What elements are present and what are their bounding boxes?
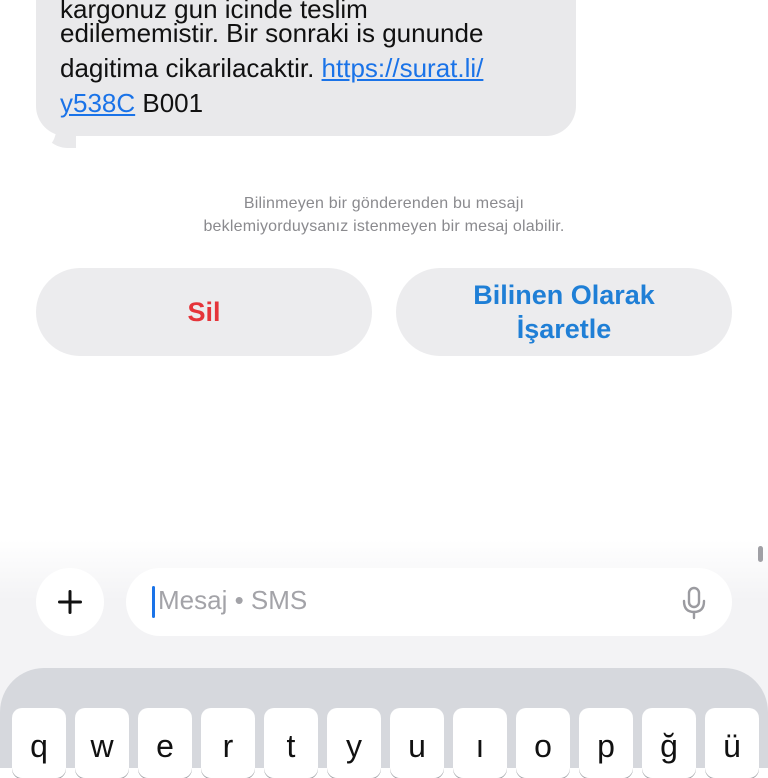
mark-as-known-button[interactable]: Bilinen Olarak İşaretle: [396, 268, 732, 356]
message-line-3: dagitima cikarilacaktir. https://surat.l…: [60, 51, 483, 85]
message-suffix: B001: [135, 88, 204, 118]
mark-as-known-line1: Bilinen Olarak: [473, 280, 655, 310]
microphone-icon[interactable]: [680, 586, 708, 620]
delete-button-label: Sil: [187, 297, 221, 327]
message-link-part2[interactable]: y538C: [60, 88, 135, 118]
message-input[interactable]: Mesaj • SMS: [126, 568, 732, 636]
text-cursor: [152, 586, 155, 618]
plus-icon: [58, 590, 82, 614]
message-input-placeholder: Mesaj • SMS: [158, 585, 308, 615]
add-attachment-button[interactable]: [36, 568, 104, 636]
message-line-2: edilememistir. Bir sonraki is gununde: [60, 18, 484, 48]
message-link-part1[interactable]: https://surat.li/: [322, 53, 484, 83]
scroll-indicator: [758, 546, 763, 562]
message-line-4: y538C B001: [60, 86, 203, 120]
message-line-3-text: dagitima cikarilacaktir.: [60, 53, 322, 83]
mark-as-known-label: Bilinen Olarak İşaretle: [473, 278, 655, 346]
mark-as-known-line2: İşaretle: [516, 314, 612, 344]
unknown-sender-notice-line1: Bilinmeyen bir gönderenden bu mesajı: [243, 195, 525, 212]
unknown-sender-notice-line2: beklemiyorduysanız istenmeyen bir mesaj …: [203, 218, 565, 235]
delete-button[interactable]: Sil: [36, 268, 372, 356]
